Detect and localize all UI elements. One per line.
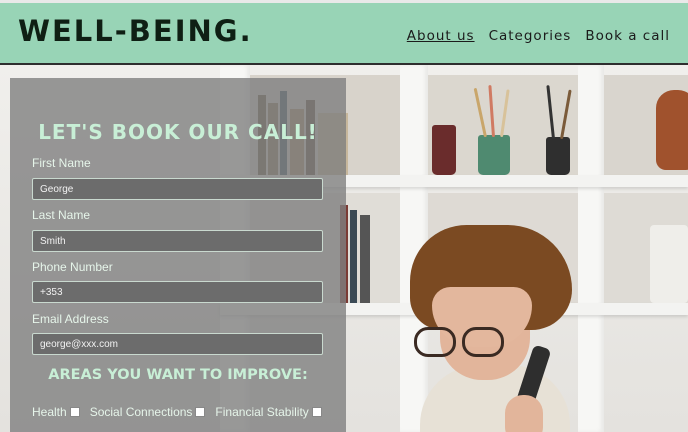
areas-title: AREAS YOU WANT TO IMPROVE: <box>48 367 308 383</box>
main-nav: About us Categories Book a call <box>407 28 670 44</box>
nav-categories[interactable]: Categories <box>489 28 572 44</box>
booking-form: LET'S BOOK OUR CALL! First Name Last Nam… <box>10 78 346 432</box>
financial-stability-label: Financial Stability <box>215 405 309 419</box>
site-header: WELL-BEING. About us Categories Book a c… <box>0 3 688 65</box>
health-checkbox[interactable] <box>69 407 80 417</box>
social-connections-checkbox[interactable] <box>195 407 206 417</box>
areas-checkbox-group: Health Social Connections Financial Stab… <box>32 405 332 419</box>
nav-book-a-call[interactable]: Book a call <box>585 28 670 44</box>
email-address-label: Email Address <box>32 312 109 326</box>
phone-number-input[interactable] <box>32 281 323 303</box>
form-title: LET'S BOOK OUR CALL! <box>38 120 318 144</box>
last-name-label: Last Name <box>32 208 91 222</box>
social-connections-label: Social Connections <box>89 405 193 419</box>
email-address-input[interactable] <box>32 333 323 355</box>
last-name-input[interactable] <box>32 230 323 252</box>
phone-number-label: Phone Number <box>32 260 113 274</box>
site-logo[interactable]: WELL-BEING. <box>18 14 253 48</box>
nav-about-us[interactable]: About us <box>407 28 475 44</box>
health-label: Health <box>32 405 67 419</box>
first-name-input[interactable] <box>32 178 323 200</box>
financial-stability-checkbox[interactable] <box>311 407 322 417</box>
first-name-label: First Name <box>32 156 91 170</box>
